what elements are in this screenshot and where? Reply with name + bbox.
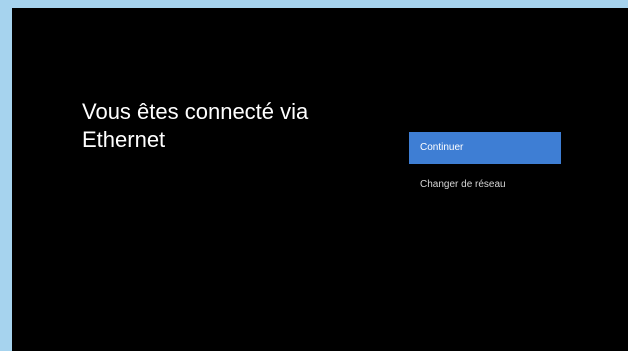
options-list: Continuer Changer de réseau — [409, 132, 561, 201]
screenshot-frame: Vous êtes connecté via Ethernet Continue… — [0, 0, 628, 351]
tv-screen: Vous êtes connecté via Ethernet Continue… — [12, 8, 628, 351]
continue-button[interactable]: Continuer — [409, 132, 561, 164]
page-title: Vous êtes connecté via Ethernet — [82, 99, 309, 152]
change-network-button[interactable]: Changer de réseau — [409, 169, 561, 201]
